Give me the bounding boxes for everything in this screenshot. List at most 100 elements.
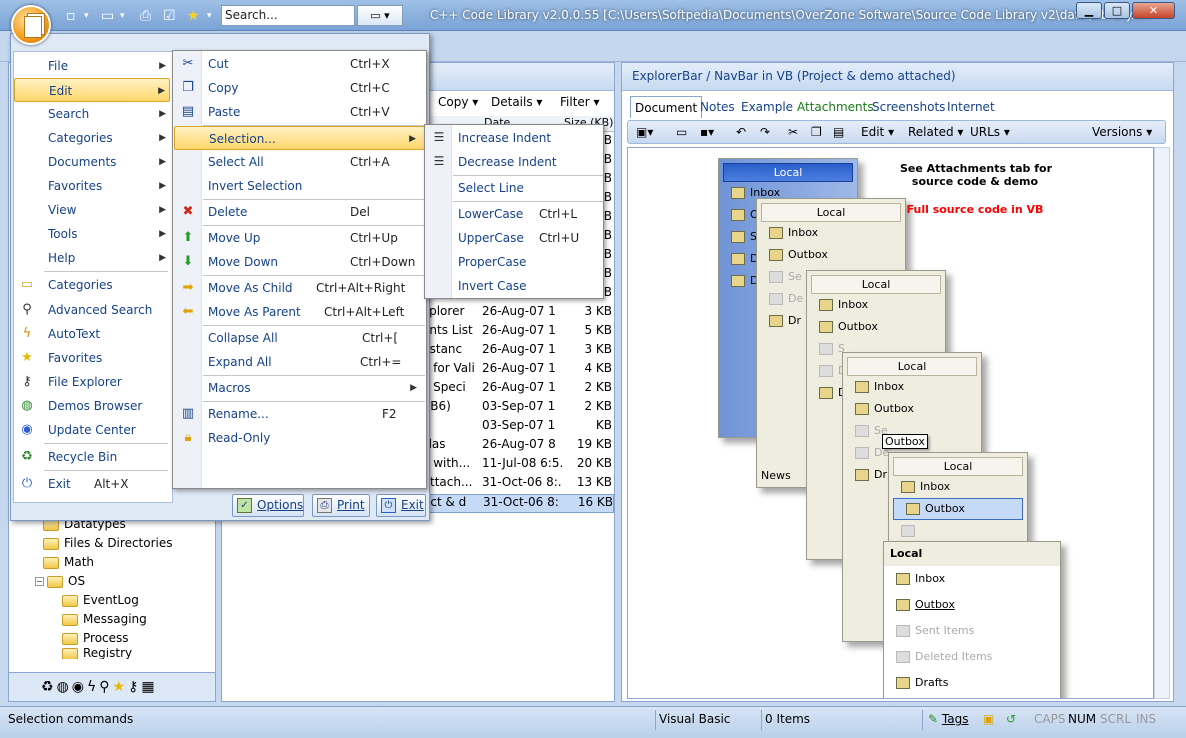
menu-help[interactable]: Help ▶ bbox=[14, 246, 170, 270]
search-options-button[interactable]: ▭ ▾ bbox=[357, 5, 403, 26]
tags-button[interactable]: ✎ Tags bbox=[928, 712, 968, 726]
copy-button[interactable]: Copy ▾ bbox=[438, 95, 478, 109]
open-folder-icon[interactable]: ▭ bbox=[676, 125, 687, 139]
new-dropdown-icon[interactable]: ▾ bbox=[84, 6, 89, 26]
tree-item[interactable]: EventLog bbox=[19, 591, 215, 610]
tab-internet[interactable]: Internet bbox=[943, 96, 999, 118]
autotext-icon[interactable]: ϟ bbox=[87, 679, 99, 695]
paste-icon[interactable]: ▤ bbox=[833, 125, 844, 139]
menu-search[interactable]: Search ▶ bbox=[14, 102, 170, 126]
list-item[interactable]: nstanc 26-Aug-07 1 3 KB bbox=[422, 342, 614, 361]
list-item[interactable]: 03-Sep-07 1 KB bbox=[422, 418, 614, 437]
menu-lowercase[interactable]: LowerCase Ctrl+L bbox=[426, 202, 602, 226]
menu-view[interactable]: View ▶ bbox=[14, 198, 170, 222]
star-icon[interactable]: ★ bbox=[113, 679, 129, 695]
details-button[interactable]: Details ▾ bbox=[491, 95, 542, 109]
menu-propercase[interactable]: ProperCase bbox=[426, 250, 602, 274]
options-button[interactable]: ✓ Options bbox=[232, 494, 304, 517]
list-item[interactable]: ect & d 31-Oct-06 8: 16 KB bbox=[422, 494, 614, 513]
tree-item[interactable]: Files & Directories bbox=[19, 534, 215, 553]
open-folder-icon[interactable]: ▭ bbox=[101, 6, 114, 26]
edit-menu-button[interactable]: Edit ▾ bbox=[861, 125, 894, 139]
exit-button[interactable]: ⏻ Exit bbox=[376, 494, 426, 517]
tree-item[interactable]: Math bbox=[19, 553, 215, 572]
print-button[interactable]: ⎙ Print bbox=[312, 494, 370, 517]
menu-macros[interactable]: Macros ▶ bbox=[174, 376, 425, 400]
menu-decrease-indent[interactable]: ☰ Decrease Indent bbox=[426, 150, 602, 174]
menu-select-line[interactable]: Select Line bbox=[426, 176, 602, 200]
menu-select-all[interactable]: Select All Ctrl+A bbox=[174, 150, 425, 174]
menu-favorites[interactable]: Favorites ▶ bbox=[14, 174, 170, 198]
categories-icon[interactable]: ▦ bbox=[141, 679, 157, 695]
menu-uppercase[interactable]: UpperCase Ctrl+U bbox=[426, 226, 602, 250]
tab-screenshots[interactable]: Screenshots bbox=[868, 96, 949, 118]
application-button[interactable] bbox=[11, 5, 51, 45]
new-icon[interactable]: ▫ bbox=[66, 6, 76, 26]
save-icon[interactable]: ▪▾ bbox=[700, 125, 714, 139]
menu-documents[interactable]: Documents ▶ bbox=[14, 150, 170, 174]
menu-categories[interactable]: Categories ▶ bbox=[14, 126, 170, 150]
tree-item[interactable]: Process bbox=[19, 629, 215, 648]
menu-increase-indent[interactable]: ☰ Increase Indent bbox=[426, 126, 602, 150]
list-item[interactable]: a Speci 26-Aug-07 1 2 KB bbox=[422, 380, 614, 399]
tab-attachments[interactable]: Attachments bbox=[793, 96, 878, 118]
close-button[interactable]: ✕ bbox=[1132, 2, 1175, 19]
globe-icon[interactable]: ◍ bbox=[57, 679, 72, 695]
menu-tools[interactable]: Tools ▶ bbox=[14, 222, 170, 246]
refresh-icon[interactable]: ↺ bbox=[1006, 712, 1016, 726]
list-item[interactable]: VB6) 03-Sep-07 1 2 KB bbox=[422, 399, 614, 418]
menu-invert-case[interactable]: Invert Case bbox=[426, 274, 602, 298]
tab-notes[interactable]: Notes bbox=[696, 96, 739, 118]
menu-move-up[interactable]: ⬆ Move Up Ctrl+Up bbox=[174, 226, 425, 250]
search-icon[interactable]: ⚲ bbox=[99, 679, 112, 695]
versions-menu-button[interactable]: Versions ▾ bbox=[1092, 125, 1152, 139]
update-icon[interactable]: ◉ bbox=[72, 679, 87, 695]
collapse-toggle-icon[interactable]: − bbox=[35, 577, 44, 586]
lock-icon[interactable]: ▣ bbox=[983, 712, 994, 726]
menu-read-only[interactable]: 🔒︎ Read-Only bbox=[174, 426, 425, 450]
menu-collapse-all[interactable]: Collapse All Ctrl+[ bbox=[174, 326, 425, 350]
undo-icon[interactable]: ↶ bbox=[736, 125, 746, 139]
related-menu-button[interactable]: Related ▾ bbox=[908, 125, 963, 139]
tree-item[interactable]: Registry bbox=[19, 648, 215, 659]
list-item[interactable]: clas 26-Aug-07 8 19 KB bbox=[422, 437, 614, 456]
menu-favorites-panel[interactable]: ★ Favorites bbox=[14, 346, 170, 370]
menu-demos-browser[interactable]: ◍ Demos Browser bbox=[14, 394, 170, 418]
tab-example[interactable]: Example bbox=[737, 96, 797, 118]
list-item[interactable]: e with... 11-Jul-08 6:5... 20 KB bbox=[422, 456, 614, 475]
menu-delete[interactable]: ✖ Delete Del bbox=[174, 200, 425, 224]
menu-file[interactable]: File ▶ bbox=[14, 54, 170, 78]
check-icon[interactable]: ☑ bbox=[163, 6, 176, 26]
menu-paste[interactable]: ▤ Paste Ctrl+V bbox=[174, 100, 425, 124]
qat-dropdown-icon[interactable]: ▾ bbox=[207, 6, 212, 26]
urls-menu-button[interactable]: URLs ▾ bbox=[970, 125, 1010, 139]
redo-icon[interactable]: ↷ bbox=[760, 125, 770, 139]
view-icon[interactable]: ▣▾ bbox=[636, 125, 653, 139]
menu-categories-panel[interactable]: ▭ Categories bbox=[14, 273, 170, 297]
menu-move-as-child[interactable]: ➡ Move As Child Ctrl+Alt+Right bbox=[174, 276, 425, 300]
search-input[interactable]: Search... bbox=[221, 5, 355, 26]
list-item[interactable]: a for Vali 26-Aug-07 1 4 KB bbox=[422, 361, 614, 380]
menu-move-down[interactable]: ⬇ Move Down Ctrl+Down bbox=[174, 250, 425, 274]
menu-rename[interactable]: ▥ Rename... F2 bbox=[174, 402, 425, 426]
recycle-icon[interactable]: ♻ bbox=[41, 679, 57, 695]
document-content[interactable]: Local Inbox O S D D Local Inbox Outbox S… bbox=[627, 147, 1154, 699]
menu-copy[interactable]: ❐ Copy Ctrl+C bbox=[174, 76, 425, 100]
list-item[interactable]: xplorer 26-Aug-07 1 3 KB bbox=[422, 304, 614, 323]
cut-icon[interactable]: ✂ bbox=[788, 125, 798, 139]
menu-edit[interactable]: Edit ▶ bbox=[14, 78, 170, 102]
tree-item[interactable]: − OS bbox=[19, 572, 215, 591]
menu-recycle-bin[interactable]: ♻ Recycle Bin bbox=[14, 445, 170, 469]
menu-cut[interactable]: ✂ Cut Ctrl+X bbox=[174, 52, 425, 76]
menu-exit[interactable]: ⏻ Exit Alt+X bbox=[14, 472, 170, 496]
favorites-star-icon[interactable]: ★ bbox=[187, 6, 200, 26]
vertical-scrollbar[interactable] bbox=[1154, 147, 1170, 699]
menu-expand-all[interactable]: Expand All Ctrl+= bbox=[174, 350, 425, 374]
menu-invert-selection[interactable]: Invert Selection bbox=[174, 174, 425, 198]
menu-selection[interactable]: Selection... ▶ bbox=[174, 126, 425, 150]
tree-item[interactable]: Messaging bbox=[19, 610, 215, 629]
menu-move-as-parent[interactable]: ⬅ Move As Parent Ctrl+Alt+Left bbox=[174, 300, 425, 324]
open-dropdown-icon[interactable]: ▾ bbox=[120, 6, 125, 26]
filter-button[interactable]: Filter ▾ bbox=[560, 95, 600, 109]
menu-autotext[interactable]: ϟ AutoText bbox=[14, 322, 170, 346]
